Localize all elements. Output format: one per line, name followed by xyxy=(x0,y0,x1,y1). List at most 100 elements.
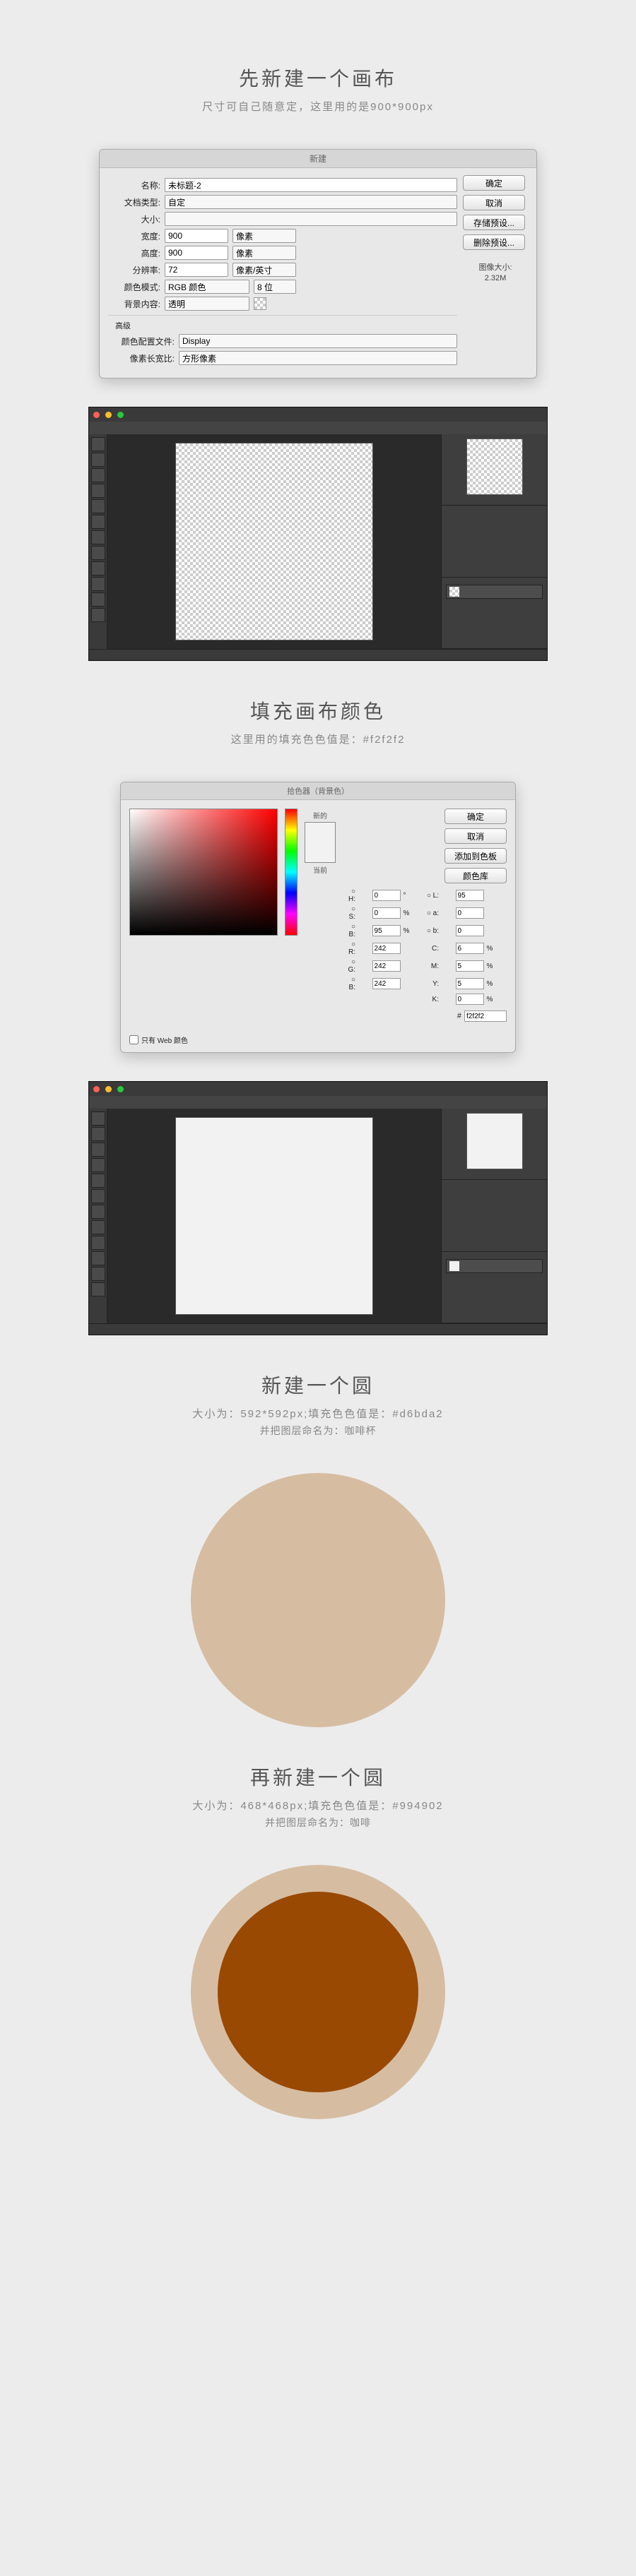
webonly-label: 只有 Web 颜色 xyxy=(141,1034,188,1045)
save-preset-button[interactable]: 存储预设... xyxy=(463,215,525,230)
picker-lib-button[interactable]: 颜色库 xyxy=(444,868,507,883)
tool[interactable] xyxy=(91,484,105,498)
height-unit[interactable] xyxy=(232,246,296,260)
height-input[interactable] xyxy=(165,246,228,260)
bv-label: ○ B: xyxy=(343,923,355,938)
tools-bar xyxy=(89,434,107,649)
aspect-label: 像素长宽比: xyxy=(108,352,179,364)
g-input[interactable] xyxy=(372,960,401,972)
l-input[interactable] xyxy=(456,890,484,901)
zoom-dot[interactable] xyxy=(117,412,124,418)
tool[interactable] xyxy=(91,1189,105,1203)
delete-preset-button[interactable]: 删除预设... xyxy=(463,234,525,250)
res-input[interactable] xyxy=(165,263,228,277)
bg-label: 背景内容: xyxy=(108,298,165,310)
tool[interactable] xyxy=(91,1282,105,1296)
step1-sub: 尺寸可自己随意定，这里用的是900*900px xyxy=(0,99,636,114)
m-input[interactable] xyxy=(456,960,484,972)
ps-app-screenshot-1 xyxy=(88,407,548,661)
zoom-dot[interactable] xyxy=(117,1086,124,1092)
new-label: 新的 xyxy=(313,810,327,821)
aspect-select[interactable] xyxy=(179,351,457,365)
current-swatch xyxy=(305,842,335,862)
y-input[interactable] xyxy=(456,978,484,989)
hex-input[interactable] xyxy=(464,1010,507,1022)
name-label: 名称: xyxy=(108,179,165,191)
tool[interactable] xyxy=(91,592,105,607)
tool[interactable] xyxy=(91,1236,105,1250)
tool[interactable] xyxy=(91,1158,105,1172)
minimize-dot[interactable] xyxy=(105,412,112,418)
g-label: ○ G: xyxy=(343,958,355,974)
bch-input[interactable] xyxy=(372,978,401,989)
tool[interactable] xyxy=(91,1220,105,1234)
picker-cancel-button[interactable]: 取消 xyxy=(444,828,507,844)
tool[interactable] xyxy=(91,453,105,467)
current-label: 当前 xyxy=(313,864,327,875)
b-label: ○ b: xyxy=(426,927,439,935)
tool[interactable] xyxy=(91,499,105,513)
step4-sub2: 并把图层命名为：咖啡 xyxy=(0,1815,636,1830)
mode-select[interactable] xyxy=(165,280,249,294)
profile-label: 颜色配置文件: xyxy=(108,335,179,347)
bg-swatch[interactable] xyxy=(254,297,266,310)
ok-button[interactable]: 确定 xyxy=(463,175,525,191)
tool[interactable] xyxy=(91,1143,105,1157)
picker-addlib-button[interactable]: 添加到色板 xyxy=(444,848,507,864)
tool[interactable] xyxy=(91,561,105,576)
close-dot[interactable] xyxy=(93,412,100,418)
width-unit[interactable] xyxy=(232,229,296,243)
tool[interactable] xyxy=(91,1111,105,1126)
cancel-button[interactable]: 取消 xyxy=(463,195,525,210)
layer-row[interactable] xyxy=(446,585,543,599)
sat-val-box[interactable] xyxy=(129,809,278,936)
bit-select[interactable] xyxy=(254,280,296,294)
navigator-thumb[interactable] xyxy=(466,1113,523,1169)
tool[interactable] xyxy=(91,1205,105,1219)
doctype-select[interactable] xyxy=(165,195,457,209)
hue-slider[interactable] xyxy=(285,809,298,936)
bg-select[interactable] xyxy=(165,297,249,311)
layer-row[interactable] xyxy=(446,1259,543,1273)
step2-sub: 这里用的填充色色值是：#f2f2f2 xyxy=(0,732,636,746)
size-select[interactable] xyxy=(165,212,457,226)
s-input[interactable] xyxy=(372,907,401,919)
imgsize-value: 2.32M xyxy=(463,273,528,284)
a-input[interactable] xyxy=(456,907,484,919)
hex-hash: # xyxy=(457,1012,461,1020)
tool[interactable] xyxy=(91,1267,105,1281)
c-input[interactable] xyxy=(456,943,484,954)
picker-ok-button[interactable]: 确定 xyxy=(444,809,507,824)
advanced-label: 高级 xyxy=(108,320,457,331)
res-unit[interactable] xyxy=(232,263,296,277)
r-input[interactable] xyxy=(372,943,401,954)
canvas-transparent[interactable] xyxy=(175,443,373,640)
k-input[interactable] xyxy=(456,994,484,1005)
bv-input[interactable] xyxy=(372,925,401,936)
navigator-thumb[interactable] xyxy=(466,439,523,495)
b-input[interactable] xyxy=(456,925,484,936)
name-input[interactable] xyxy=(165,178,457,192)
h-input[interactable] xyxy=(372,890,401,901)
webonly-checkbox[interactable] xyxy=(129,1035,139,1044)
tool[interactable] xyxy=(91,1127,105,1141)
tool[interactable] xyxy=(91,530,105,544)
canvas-filled[interactable] xyxy=(175,1117,373,1315)
close-dot[interactable] xyxy=(93,1086,100,1092)
minimize-dot[interactable] xyxy=(105,1086,112,1092)
tool[interactable] xyxy=(91,577,105,591)
width-label: 宽度: xyxy=(108,230,165,242)
width-input[interactable] xyxy=(165,229,228,243)
tool[interactable] xyxy=(91,1251,105,1265)
m-label: M: xyxy=(426,962,439,970)
tool[interactable] xyxy=(91,1174,105,1188)
tool[interactable] xyxy=(91,546,105,560)
tool[interactable] xyxy=(91,437,105,451)
new-file-dialog: 新建 名称: 文档类型: 大小: 宽度: 高度: xyxy=(99,149,537,378)
new-swatch xyxy=(305,823,335,842)
c-label: C: xyxy=(426,945,439,953)
tool[interactable] xyxy=(91,608,105,622)
profile-select[interactable] xyxy=(179,334,457,348)
tool[interactable] xyxy=(91,515,105,529)
tool[interactable] xyxy=(91,468,105,482)
